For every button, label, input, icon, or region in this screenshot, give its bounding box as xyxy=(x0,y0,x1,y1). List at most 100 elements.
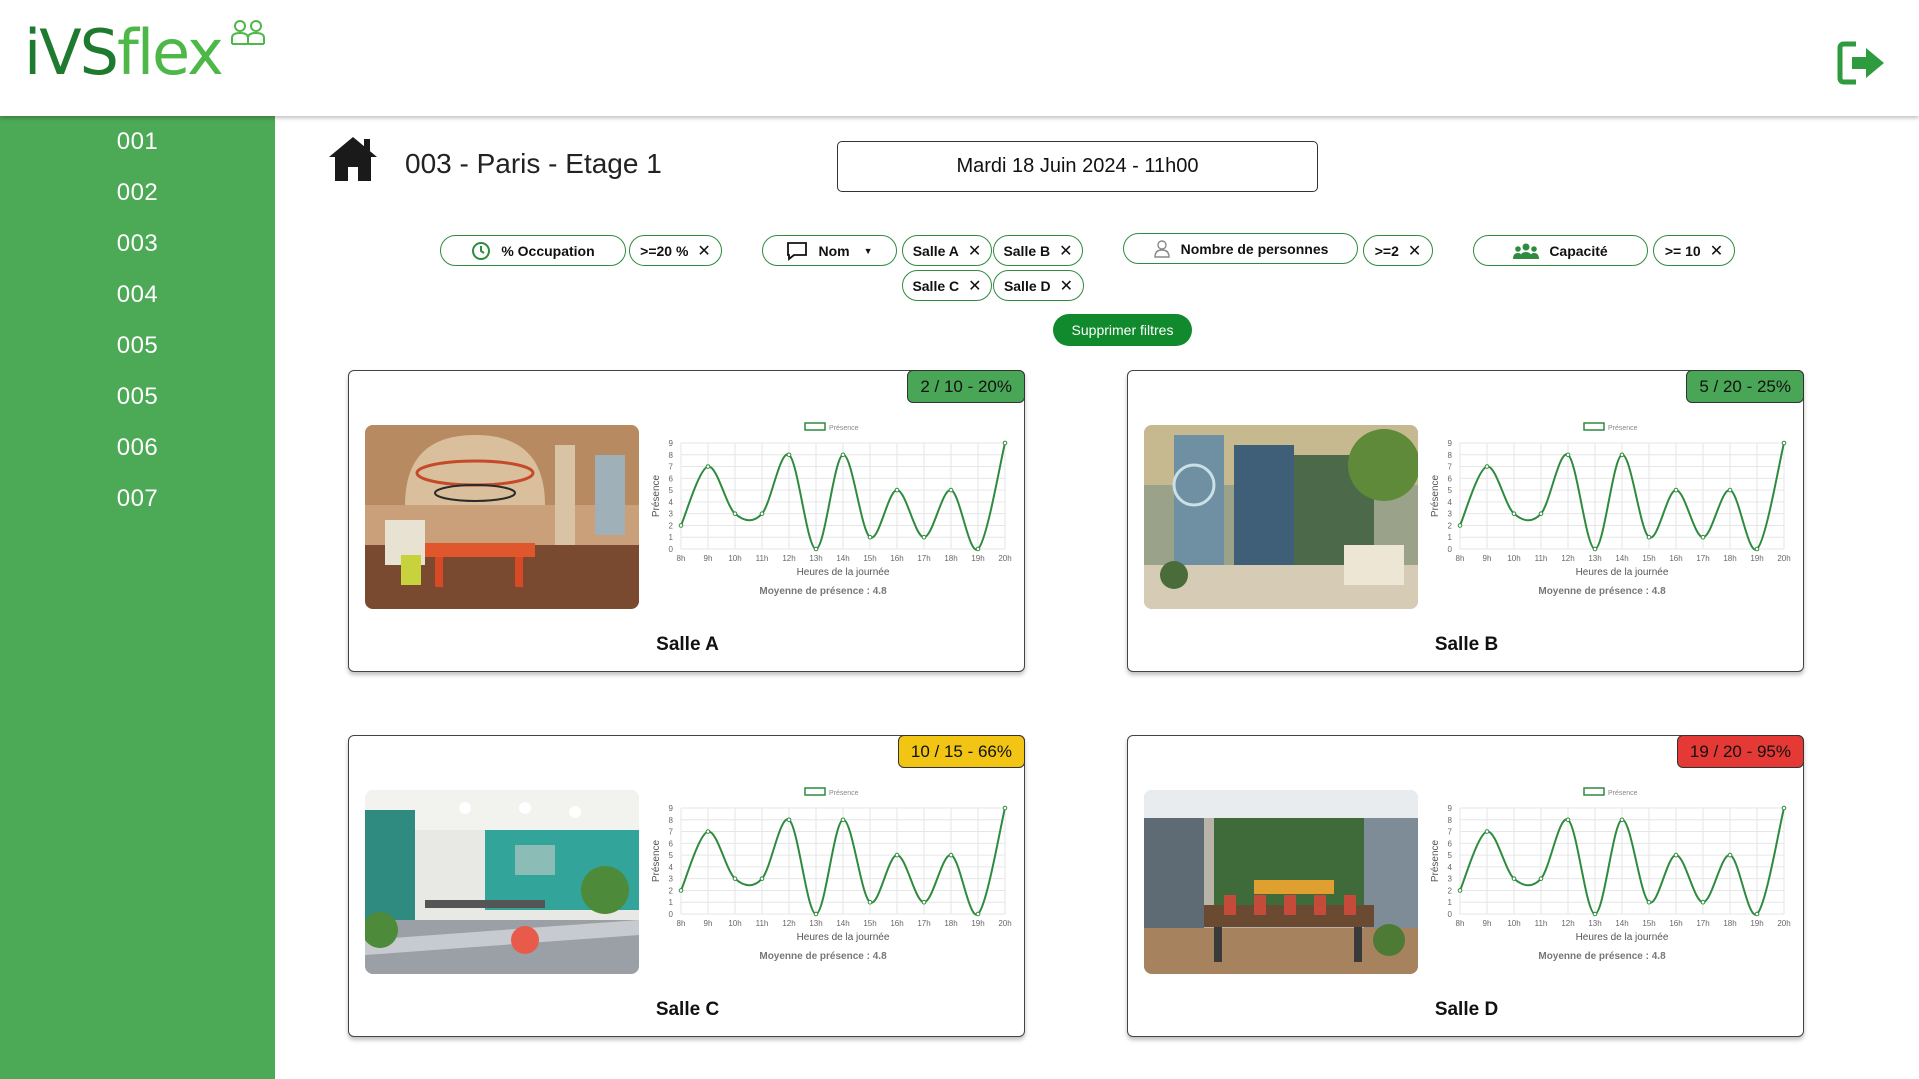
sidebar-item-001[interactable]: 001 xyxy=(0,128,275,156)
y-tick-label: 2 xyxy=(1448,886,1453,895)
y-tick-label: 8 xyxy=(1448,816,1453,825)
x-tick-label: 12h xyxy=(782,919,795,928)
y-tick-label: 5 xyxy=(669,851,674,860)
data-point xyxy=(1754,546,1760,552)
x-tick-label: 11h xyxy=(1535,919,1548,928)
y-tick-label: 0 xyxy=(669,545,674,554)
sidebar-item-005b[interactable]: 005 xyxy=(0,383,275,411)
y-tick-label: 3 xyxy=(669,875,674,884)
close-icon[interactable]: ✕ xyxy=(697,241,710,261)
data-point xyxy=(1781,440,1787,446)
clear-filters-button[interactable]: Supprimer filtres xyxy=(1053,314,1192,346)
filter-occupation-label: % Occupation xyxy=(501,242,595,259)
room-photo xyxy=(1144,425,1418,609)
presence-chart: Présence 0 1 2 3 4 5 6 7 8 9 8h 9h 10h 11h 12h 13h 14h 15h… xyxy=(1430,422,1791,597)
filter-personnes[interactable]: Nombre de personnes xyxy=(1123,233,1358,264)
close-icon[interactable]: ✕ xyxy=(968,276,981,296)
occupancy-badge: 10 / 15 - 66% xyxy=(897,735,1025,768)
app-logo[interactable]: iVSflex xyxy=(24,20,266,92)
y-tick-label: 6 xyxy=(669,839,674,848)
x-tick-label: 11h xyxy=(756,919,769,928)
room-card-salle-d[interactable]: 19 / 20 - 95% Présence 0 1 2 3 4 5 6 7 8 9 8h 9h 10h 1… xyxy=(1127,735,1804,1037)
data-point xyxy=(1646,899,1652,905)
sidebar-item-006[interactable]: 006 xyxy=(0,434,275,462)
filter-capacite-value[interactable]: >= 10 ✕ xyxy=(1653,235,1735,266)
room-card-salle-c[interactable]: 10 / 15 - 66% Présence 0 1 2 3 4 5 6 7 8 9 8h 9h 10h 1… xyxy=(348,735,1025,1037)
room-card-salle-b[interactable]: 5 / 20 - 25% Présence 0 1 2 3 4 5 6 7 8 9 8h 9h 10h 11… xyxy=(1127,370,1804,672)
logout-icon[interactable] xyxy=(1836,40,1888,86)
x-tick-label: 18h xyxy=(1723,919,1736,928)
close-icon[interactable]: ✕ xyxy=(1710,241,1723,261)
y-axis-label: Présence xyxy=(651,474,662,517)
filter-nom-salle-b[interactable]: Salle B ✕ xyxy=(993,235,1083,266)
chevron-down-icon: ▼ xyxy=(863,245,873,256)
filter-nom-salle-d[interactable]: Salle D ✕ xyxy=(993,270,1084,301)
y-tick-label: 4 xyxy=(669,498,674,507)
data-point xyxy=(1457,523,1463,528)
data-point xyxy=(732,511,738,516)
data-point xyxy=(921,534,927,540)
y-tick-label: 0 xyxy=(1448,545,1453,554)
data-point xyxy=(1700,899,1706,905)
y-tick-label: 7 xyxy=(669,463,674,472)
average-presence-label: Moyenne de présence : 4.8 xyxy=(1538,586,1666,597)
close-icon[interactable]: ✕ xyxy=(1059,241,1072,261)
data-point xyxy=(1484,464,1490,469)
logo-text-light: flex xyxy=(117,16,224,89)
x-tick-label: 17h xyxy=(917,919,930,928)
chart-legend: Présence xyxy=(804,787,859,797)
x-tick-label: 13h xyxy=(1588,554,1601,563)
home-icon[interactable] xyxy=(327,133,379,185)
legend-swatch xyxy=(1583,422,1605,431)
filter-nom-salle-c-text: Salle C xyxy=(912,277,960,294)
x-axis-label: Heures de la journée xyxy=(1576,567,1669,578)
y-tick-label: 1 xyxy=(669,898,674,907)
y-tick-label: 6 xyxy=(669,474,674,483)
filter-nom[interactable]: Nom ▼ xyxy=(762,235,897,266)
y-tick-label: 5 xyxy=(1448,486,1453,495)
data-point xyxy=(1727,487,1733,493)
average-presence-label: Moyenne de présence : 4.8 xyxy=(1538,951,1666,962)
x-tick-label: 16h xyxy=(890,919,903,928)
y-axis-label: Présence xyxy=(1430,839,1441,882)
x-tick-label: 18h xyxy=(1723,554,1736,563)
filter-occupation-value[interactable]: >=20 % ✕ xyxy=(629,235,722,266)
filter-capacite[interactable]: Capacité xyxy=(1473,235,1648,266)
data-point xyxy=(975,546,981,552)
room-card-salle-a[interactable]: 2 / 10 - 20% Présence 0 1 2 3 4 5 6 7 8 9 8h 9h 10h 11… xyxy=(348,370,1025,672)
filter-occupation[interactable]: % Occupation xyxy=(440,235,626,266)
y-tick-label: 8 xyxy=(1448,451,1453,460)
filter-nom-salle-a[interactable]: Salle A ✕ xyxy=(902,235,992,266)
page-title: 003 - Paris - Etage 1 xyxy=(405,148,662,179)
y-tick-label: 4 xyxy=(1448,863,1453,872)
y-tick-label: 0 xyxy=(1448,910,1453,919)
close-icon[interactable]: ✕ xyxy=(1408,241,1421,261)
sidebar-item-002[interactable]: 002 xyxy=(0,179,275,207)
sidebar-item-003[interactable]: 003 xyxy=(0,230,275,258)
average-presence-label: Moyenne de présence : 4.8 xyxy=(759,951,887,962)
x-tick-label: 14h xyxy=(836,554,849,563)
filter-personnes-value[interactable]: >=2 ✕ xyxy=(1363,235,1433,266)
sidebar-item-005[interactable]: 005 xyxy=(0,332,275,360)
sidebar-item-007[interactable]: 007 xyxy=(0,485,275,513)
y-tick-label: 7 xyxy=(1448,463,1453,472)
x-tick-label: 8h xyxy=(1456,554,1465,563)
close-icon[interactable]: ✕ xyxy=(968,241,981,261)
data-point xyxy=(948,487,954,493)
y-tick-label: 7 xyxy=(669,828,674,837)
occupancy-badge: 19 / 20 - 95% xyxy=(1676,735,1804,768)
y-tick-label: 6 xyxy=(1448,474,1453,483)
x-tick-label: 12h xyxy=(1561,919,1574,928)
x-tick-label: 9h xyxy=(1483,919,1492,928)
data-point xyxy=(1538,511,1544,516)
date-selector[interactable]: Mardi 18 Juin 2024 - 11h00 xyxy=(837,141,1318,192)
x-tick-label: 15h xyxy=(1642,919,1655,928)
x-tick-label: 14h xyxy=(836,919,849,928)
x-tick-label: 16h xyxy=(1669,554,1682,563)
filter-nom-salle-c[interactable]: Salle C ✕ xyxy=(902,270,992,301)
sidebar-item-004[interactable]: 004 xyxy=(0,281,275,309)
close-icon[interactable]: ✕ xyxy=(1060,276,1073,296)
data-point xyxy=(1565,452,1571,458)
comment-icon xyxy=(787,241,808,261)
data-point xyxy=(1754,911,1760,917)
